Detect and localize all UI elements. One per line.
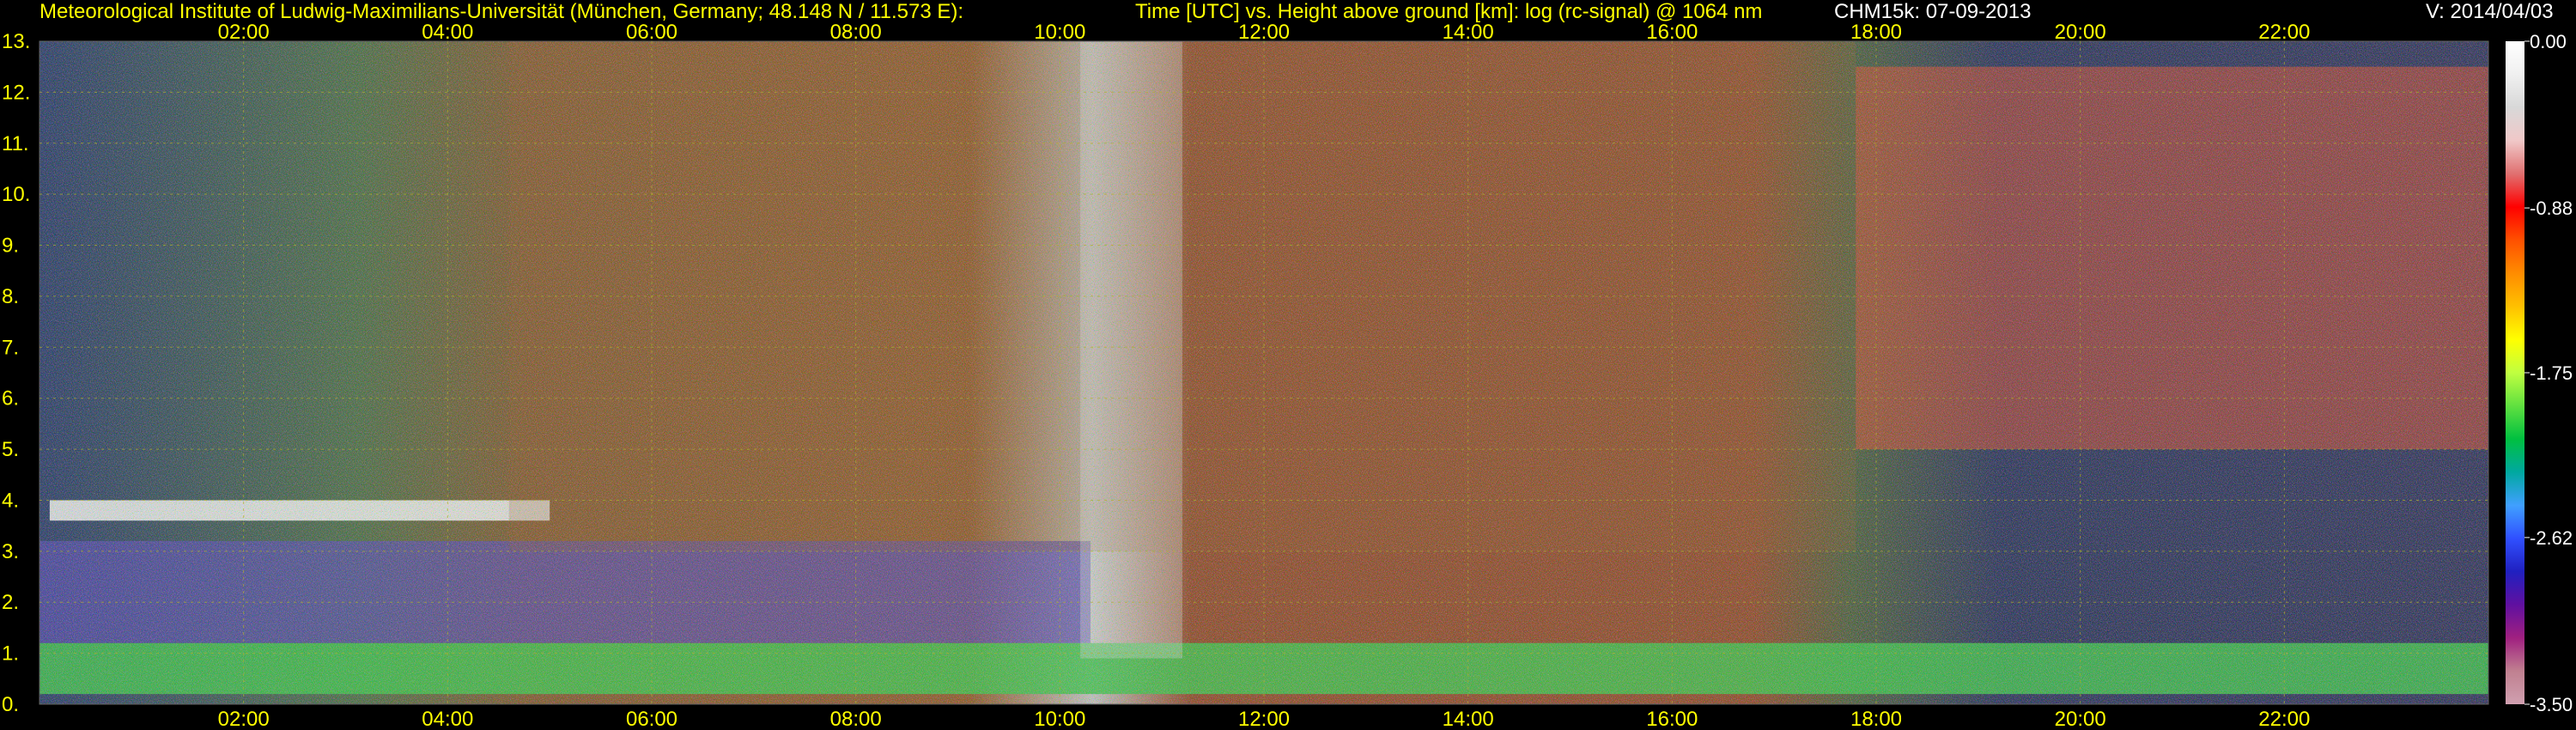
x-tick-label-top: 02:00 (218, 21, 270, 44)
y-tick-label: 4. (2, 489, 19, 512)
x-tick-label-bottom: 12:00 (1238, 708, 1290, 730)
y-tick-label: 13. (2, 30, 30, 53)
colorbar-scale (2506, 41, 2524, 704)
x-tick-label-bottom: 08:00 (830, 708, 882, 730)
x-tick-label-bottom: 10:00 (1034, 708, 1085, 730)
colorbar-tick-label: -3.50 (2530, 694, 2573, 715)
x-axis-top: 02:00 04:00 06:00 08:00 10:00 12:00 14:00 16:00… (218, 21, 2311, 44)
backscatter-chart: 02:00 04:00 06:00 08:00 10:00 12:00 14:00 16:00… (2, 21, 2573, 730)
colorbar-tick-label: -2.62 (2530, 527, 2573, 549)
y-tick-label: 1. (2, 642, 19, 666)
y-tick-label: 12. (2, 81, 30, 104)
x-tick-label-top: 22:00 (2258, 21, 2310, 44)
y-tick-label: 9. (2, 234, 19, 258)
x-tick-label-bottom: 06:00 (626, 708, 677, 730)
y-tick-label: 11. (2, 132, 29, 155)
x-tick-label-top: 10:00 (1034, 21, 1085, 44)
x-tick-label-bottom: 16:00 (1646, 708, 1698, 730)
y-tick-label: 8. (2, 285, 19, 308)
y-tick-label: 5. (2, 438, 19, 461)
x-tick-label-bottom: 20:00 (2055, 708, 2106, 730)
x-tick-label-top: 06:00 (626, 21, 677, 44)
colorbar-tick-label: -1.75 (2530, 362, 2573, 384)
x-tick-label-bottom: 22:00 (2258, 708, 2310, 730)
y-tick-label: 7. (2, 336, 19, 359)
x-tick-label-top: 04:00 (422, 21, 473, 44)
x-tick-label-top: 18:00 (1850, 21, 1902, 44)
x-axis-bottom: 02:00 04:00 06:00 08:00 10:00 12:00 14:00 16:00… (218, 708, 2311, 730)
x-tick-label-top: 16:00 (1646, 21, 1698, 44)
colorbar-tick-label: -0.88 (2530, 198, 2573, 219)
y-tick-label: 3. (2, 540, 19, 563)
y-axis: 0. 1. 2. 3. 4. 5. 6. 7. 8. 9. 10. 11. 12. 13. (2, 30, 30, 716)
x-tick-label-top: 20:00 (2055, 21, 2106, 44)
x-tick-label-bottom: 04:00 (422, 708, 473, 730)
y-tick-label: 10. (2, 183, 30, 206)
colorbar: 0.00 -0.88 -1.75 -2.62 -3.50 (2506, 31, 2573, 715)
x-tick-label-top: 12:00 (1238, 21, 1290, 44)
y-tick-label: 0. (2, 693, 19, 716)
x-tick-label-top: 14:00 (1443, 21, 1494, 44)
x-tick-label-bottom: 18:00 (1850, 708, 1902, 730)
y-tick-label: 2. (2, 591, 19, 614)
x-tick-label-top: 08:00 (830, 21, 882, 44)
colorbar-tick-label: 0.00 (2530, 31, 2567, 52)
x-tick-label-bottom: 14:00 (1443, 708, 1494, 730)
x-tick-label-bottom: 02:00 (218, 708, 270, 730)
y-tick-label: 6. (2, 387, 19, 411)
